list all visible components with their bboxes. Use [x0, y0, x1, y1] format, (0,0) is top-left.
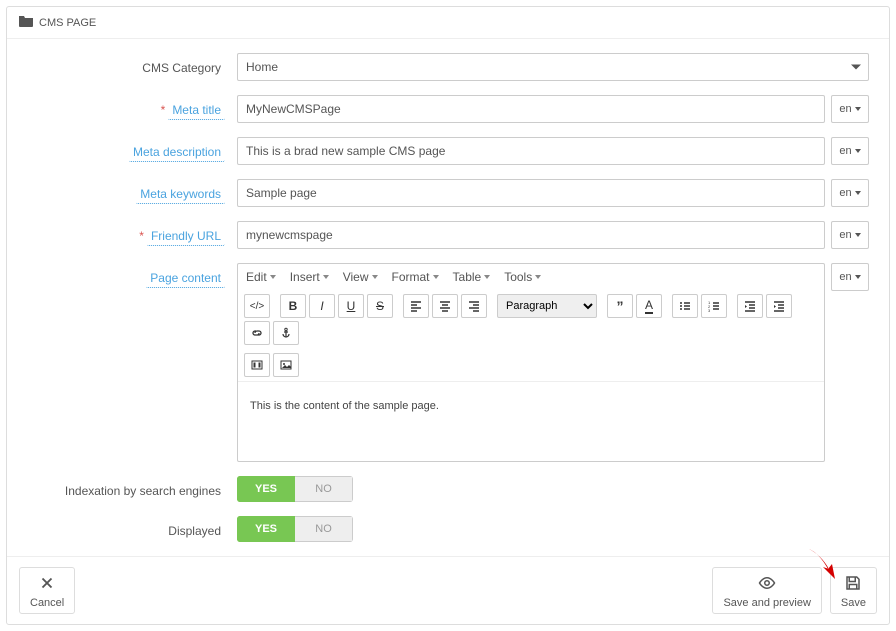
indexation-toggle[interactable]: YES NO: [237, 476, 353, 502]
row-displayed: Displayed YES NO: [27, 516, 869, 542]
panel-footer: Cancel Save and preview Save: [7, 556, 889, 624]
chevron-down-icon: [855, 191, 861, 195]
label-meta-description: Meta description: [27, 137, 237, 162]
editor-toolbar-row2: [238, 349, 824, 381]
meta-title-input[interactable]: [237, 95, 825, 123]
meta-description-input[interactable]: [237, 137, 825, 165]
chevron-down-icon: [855, 275, 861, 279]
indent-icon[interactable]: [766, 294, 792, 318]
row-meta-title: *Meta title en: [27, 95, 869, 123]
friendly-url-input[interactable]: [237, 221, 825, 249]
source-code-icon[interactable]: </>: [244, 294, 270, 318]
paragraph-format-select[interactable]: Paragraph: [497, 294, 597, 318]
italic-icon[interactable]: I: [309, 294, 335, 318]
numbered-list-icon[interactable]: 123: [701, 294, 727, 318]
eye-icon: [758, 574, 776, 595]
menu-view[interactable]: View: [343, 270, 378, 284]
cms-page-panel: CMS PAGE CMS Category Home *Meta title: [6, 6, 890, 625]
link-icon[interactable]: [244, 321, 270, 345]
menu-table[interactable]: Table: [453, 270, 491, 284]
text-color-icon[interactable]: A: [636, 294, 662, 318]
lang-selector[interactable]: en: [831, 95, 869, 123]
save-button[interactable]: Save: [830, 567, 877, 614]
toggle-yes[interactable]: YES: [237, 516, 295, 542]
toggle-no[interactable]: NO: [295, 476, 353, 502]
folder-icon: [19, 15, 33, 30]
row-meta-description: Meta description en: [27, 137, 869, 165]
blockquote-icon[interactable]: ”: [607, 294, 633, 318]
required-marker: *: [139, 229, 144, 243]
cms-category-select[interactable]: Home: [237, 53, 869, 81]
panel-body: CMS Category Home *Meta title en: [7, 39, 889, 556]
editor-toolbar: </> B I U S Paragraph ” A: [238, 290, 824, 349]
menu-tools[interactable]: Tools: [504, 270, 541, 284]
label-cms-category: CMS Category: [27, 53, 237, 77]
required-marker: *: [161, 103, 166, 117]
label-friendly-url: *Friendly URL: [27, 221, 237, 246]
row-indexation: Indexation by search engines YES NO: [27, 476, 869, 502]
menu-insert[interactable]: Insert: [290, 270, 329, 284]
label-meta-title: *Meta title: [27, 95, 237, 120]
menu-edit[interactable]: Edit: [246, 270, 276, 284]
row-page-content: Page content Edit Insert View Format Tab…: [27, 263, 869, 462]
lang-selector[interactable]: en: [831, 137, 869, 165]
lang-selector[interactable]: en: [831, 179, 869, 207]
label-displayed: Displayed: [27, 516, 237, 540]
lang-selector[interactable]: en: [831, 221, 869, 249]
align-center-icon[interactable]: [432, 294, 458, 318]
toggle-yes[interactable]: YES: [237, 476, 295, 502]
outdent-icon[interactable]: [737, 294, 763, 318]
save-icon: [844, 574, 862, 595]
align-right-icon[interactable]: [461, 294, 487, 318]
bullet-list-icon[interactable]: [672, 294, 698, 318]
label-page-content: Page content: [27, 263, 237, 288]
chevron-down-icon: [855, 107, 861, 111]
cancel-button[interactable]: Cancel: [19, 567, 75, 614]
editor-content-area[interactable]: This is the content of the sample page.: [238, 381, 824, 461]
anchor-icon[interactable]: [273, 321, 299, 345]
displayed-toggle[interactable]: YES NO: [237, 516, 353, 542]
label-meta-keywords: Meta keywords: [27, 179, 237, 204]
toggle-no[interactable]: NO: [295, 516, 353, 542]
row-cms-category: CMS Category Home: [27, 53, 869, 81]
svg-text:3: 3: [708, 308, 711, 312]
close-icon: [38, 574, 56, 595]
rich-text-editor: Edit Insert View Format Table Tools </> …: [237, 263, 825, 462]
editor-menubar: Edit Insert View Format Table Tools: [238, 264, 824, 290]
strikethrough-icon[interactable]: S: [367, 294, 393, 318]
panel-header: CMS PAGE: [7, 7, 889, 39]
menu-format[interactable]: Format: [392, 270, 439, 284]
meta-keywords-input[interactable]: [237, 179, 825, 207]
save-and-preview-button[interactable]: Save and preview: [712, 567, 821, 614]
media-icon[interactable]: [244, 353, 270, 377]
row-friendly-url: *Friendly URL en: [27, 221, 869, 249]
lang-selector[interactable]: en: [831, 263, 869, 291]
chevron-down-icon: [855, 233, 861, 237]
image-icon[interactable]: [273, 353, 299, 377]
row-meta-keywords: Meta keywords en: [27, 179, 869, 207]
bold-icon[interactable]: B: [280, 294, 306, 318]
chevron-down-icon: [855, 149, 861, 153]
align-left-icon[interactable]: [403, 294, 429, 318]
label-indexation: Indexation by search engines: [27, 476, 237, 500]
panel-title: CMS PAGE: [39, 17, 96, 29]
underline-icon[interactable]: U: [338, 294, 364, 318]
